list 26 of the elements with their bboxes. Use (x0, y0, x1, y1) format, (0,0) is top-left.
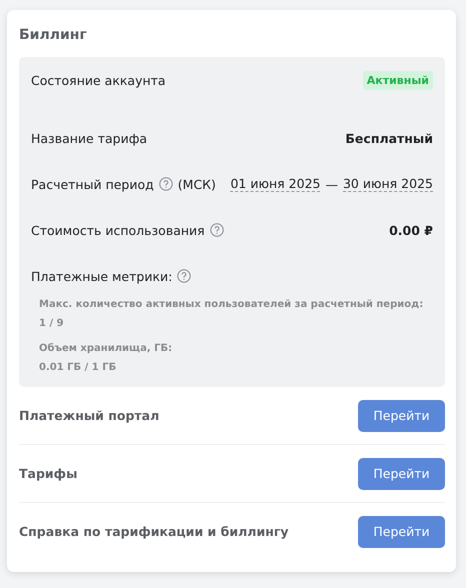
cost-value: 0.00 ₽ (389, 222, 433, 238)
status-badge: Активный (362, 70, 433, 90)
metrics-label: Платежные метрики: (31, 268, 172, 284)
cost-label: Стоимость использования (31, 222, 205, 238)
help-icon[interactable] (158, 177, 173, 191)
dialog-title: Биллинг (19, 27, 88, 43)
metric-label: Объем хранилища, ГБ: (39, 343, 174, 354)
plan-label: Название тарифа (31, 130, 148, 146)
link-label: Тарифы (19, 466, 78, 481)
metric-value: 1 / 9 (39, 318, 65, 329)
period-end-date[interactable]: 30 июня 2025 (342, 176, 433, 192)
go-button[interactable]: Перейти (358, 458, 445, 490)
link-label: Справка по тарификации и биллингу (19, 524, 289, 539)
period-start-date[interactable]: 01 июня 2025 (230, 176, 320, 192)
go-button[interactable]: Перейти (358, 516, 445, 548)
plan-name: Бесплатный (345, 130, 433, 146)
status-label: Состояние аккаунта (31, 72, 166, 88)
help-icon[interactable] (177, 269, 192, 283)
period-label: Расчетный период (31, 176, 154, 192)
link-label: Платежный портал (19, 408, 160, 423)
metric-value: 0.01 ГБ / 1 ГБ (39, 362, 118, 373)
date-separator: — (325, 176, 338, 192)
metric-label: Макс. количество активных пользователей за расчетный период: (39, 299, 424, 310)
help-icon[interactable] (210, 223, 224, 237)
go-button[interactable]: Перейти (358, 400, 445, 432)
timezone-label: (МСК) (178, 176, 216, 192)
